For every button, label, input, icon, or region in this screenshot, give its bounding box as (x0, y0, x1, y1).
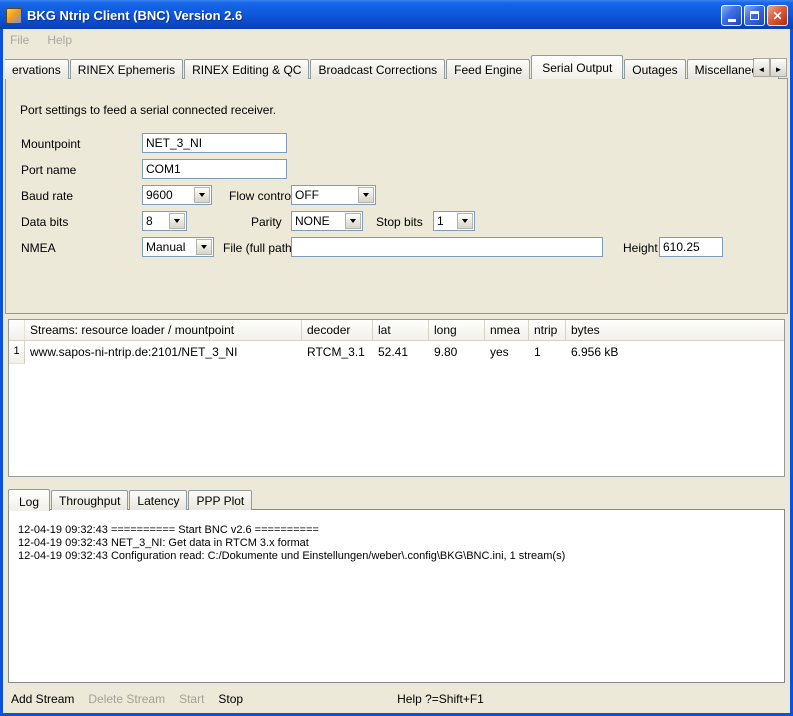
title-bar: BKG Ntrip Client (BNC) Version 2.6 (0, 0, 793, 29)
cell-nmea: yes (485, 341, 529, 364)
stop-bits-select[interactable]: 1 (433, 211, 475, 231)
tab-latency[interactable]: Latency (129, 490, 187, 510)
dropdown-arrow-icon (194, 187, 210, 203)
table-empty-area (9, 364, 784, 476)
nmea-label: NMEA (21, 241, 56, 255)
log-output-area[interactable]: 12-04-19 09:32:43 ========== Start BNC v… (8, 509, 785, 683)
tab-observations[interactable]: ervations (5, 59, 69, 79)
add-stream-button[interactable]: Add Stream (11, 692, 74, 706)
port-name-input[interactable] (142, 159, 287, 179)
file-path-input[interactable] (291, 237, 603, 257)
arrow-right-icon (775, 60, 783, 75)
dropdown-arrow-icon (196, 239, 212, 255)
delete-stream-button[interactable]: Delete Stream (88, 692, 165, 706)
table-corner (9, 320, 25, 340)
bottom-tab-bar: Log Throughput Latency PPP Plot (8, 487, 253, 510)
minimize-icon (728, 19, 736, 22)
baud-rate-value: 9600 (143, 188, 193, 202)
tab-bar: ervations RINEX Ephemeris RINEX Editing … (5, 53, 788, 79)
col-header-mountpoint[interactable]: Streams: resource loader / mountpoint (25, 320, 302, 340)
flow-control-label: Flow control (229, 189, 294, 203)
menu-file[interactable]: File (10, 33, 29, 47)
height-label: Height (623, 241, 658, 255)
file-path-label: File (full path) (223, 241, 296, 255)
dropdown-arrow-icon (345, 213, 361, 229)
log-line: 12-04-19 09:32:43 Configuration read: C:… (18, 550, 775, 563)
close-icon (772, 8, 782, 23)
maximize-icon (750, 11, 759, 20)
cell-decoder: RTCM_3.1 (302, 341, 373, 364)
cell-long: 9.80 (429, 341, 485, 364)
arrow-left-icon (758, 60, 766, 75)
parity-label: Parity (251, 215, 282, 229)
window-controls (721, 5, 788, 26)
row-number: 1 (9, 341, 25, 364)
start-button[interactable]: Start (179, 692, 204, 706)
close-button[interactable] (767, 5, 788, 26)
tab-rinex-ephemeris[interactable]: RINEX Ephemeris (70, 59, 183, 79)
stop-bits-value: 1 (434, 214, 456, 228)
stop-bits-label: Stop bits (376, 215, 423, 229)
window-title: BKG Ntrip Client (BNC) Version 2.6 (27, 8, 721, 23)
streams-table: Streams: resource loader / mountpoint de… (8, 319, 785, 477)
mountpoint-input[interactable] (142, 133, 287, 153)
parity-value: NONE (292, 214, 344, 228)
menu-bar: File Help (3, 29, 790, 51)
tab-serial-output[interactable]: Serial Output (531, 55, 623, 79)
tab-throughput[interactable]: Throughput (51, 490, 128, 510)
tab-scroll-left-button[interactable] (753, 58, 770, 77)
tab-scrollers (753, 58, 787, 77)
height-input[interactable] (659, 237, 723, 257)
log-line: 12-04-19 09:32:43 ========== Start BNC v… (18, 524, 775, 537)
flow-control-select[interactable]: OFF (291, 185, 376, 205)
mountpoint-label: Mountpoint (21, 137, 80, 151)
dropdown-arrow-icon (169, 213, 185, 229)
tab-scroll-right-button[interactable] (770, 58, 787, 77)
port-name-label: Port name (21, 163, 76, 177)
footer-bar: Add Stream Delete Stream Start Stop Help… (3, 686, 790, 712)
tab-ppp-plot[interactable]: PPP Plot (188, 490, 252, 510)
parity-select[interactable]: NONE (291, 211, 363, 231)
tab-outages[interactable]: Outages (624, 59, 685, 79)
baud-rate-label: Baud rate (21, 189, 73, 203)
nmea-value: Manual (143, 240, 195, 254)
col-header-decoder[interactable]: decoder (302, 320, 373, 340)
cell-ntrip: 1 (529, 341, 566, 364)
streams-table-header: Streams: resource loader / mountpoint de… (9, 320, 784, 341)
tab-log[interactable]: Log (8, 489, 50, 511)
maximize-button[interactable] (744, 5, 765, 26)
dropdown-arrow-icon (358, 187, 374, 203)
baud-rate-select[interactable]: 9600 (142, 185, 212, 205)
help-label: Help ?=Shift+F1 (397, 692, 484, 706)
col-header-nmea[interactable]: nmea (485, 320, 529, 340)
app-window: BKG Ntrip Client (BNC) Version 2.6 File … (0, 0, 793, 716)
minimize-button[interactable] (721, 5, 742, 26)
serial-output-pane: Port settings to feed a serial connected… (5, 78, 788, 314)
col-header-lat[interactable]: lat (373, 320, 429, 340)
log-line: 12-04-19 09:32:43 NET_3_NI: Get data in … (18, 537, 775, 550)
data-bits-value: 8 (143, 214, 168, 228)
dropdown-arrow-icon (457, 213, 473, 229)
data-bits-select[interactable]: 8 (142, 211, 187, 231)
tab-rinex-editing-qc[interactable]: RINEX Editing & QC (184, 59, 309, 79)
stop-button[interactable]: Stop (218, 692, 243, 706)
col-header-ntrip[interactable]: ntrip (529, 320, 566, 340)
pane-description: Port settings to feed a serial connected… (20, 103, 276, 117)
flow-control-value: OFF (292, 188, 357, 202)
app-icon (6, 8, 22, 24)
table-row[interactable]: 1 www.sapos-ni-ntrip.de:2101/NET_3_NI RT… (9, 341, 784, 364)
col-header-long[interactable]: long (429, 320, 485, 340)
cell-mountpoint: www.sapos-ni-ntrip.de:2101/NET_3_NI (25, 341, 302, 364)
cell-lat: 52.41 (373, 341, 429, 364)
menu-help[interactable]: Help (47, 33, 72, 47)
col-header-bytes[interactable]: bytes (566, 320, 784, 340)
cell-bytes: 6.956 kB (566, 341, 784, 364)
tab-broadcast-corrections[interactable]: Broadcast Corrections (310, 59, 445, 79)
tab-feed-engine[interactable]: Feed Engine (446, 59, 530, 79)
data-bits-label: Data bits (21, 215, 68, 229)
nmea-select[interactable]: Manual (142, 237, 214, 257)
